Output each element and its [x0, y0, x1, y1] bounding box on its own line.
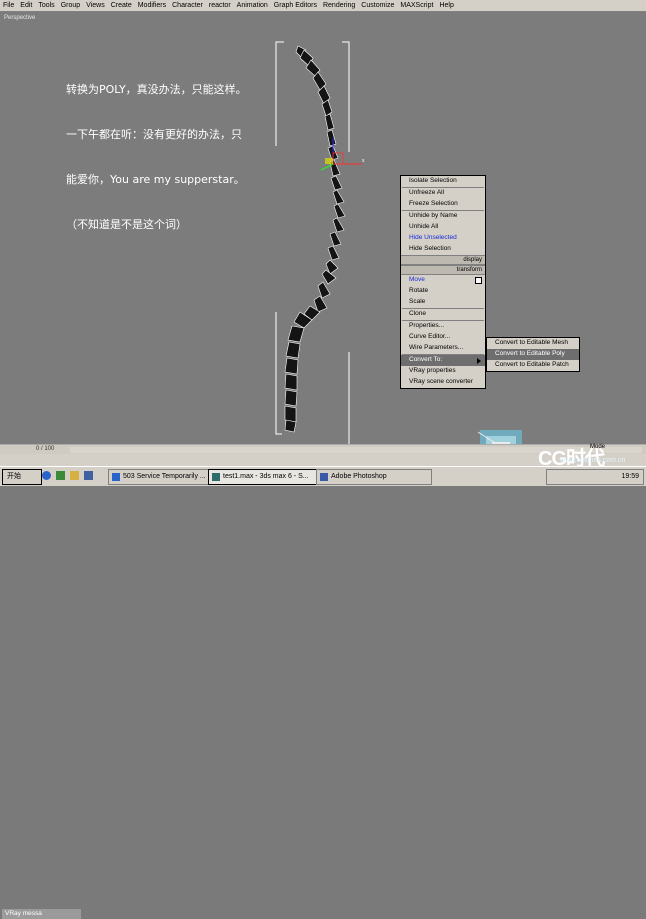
ie-icon[interactable]: [42, 471, 51, 480]
submenu-item-editable-patch[interactable]: Convert to Editable Patch: [487, 360, 579, 371]
menu-create[interactable]: Create: [108, 1, 135, 11]
desktop-icon[interactable]: [56, 471, 65, 480]
quad-item-clone[interactable]: Clone: [401, 309, 485, 320]
quad-item-wire-parameters[interactable]: Wire Parameters...: [401, 343, 485, 354]
quad-item-vray-properties[interactable]: VRay properties: [401, 366, 485, 377]
menu-bar: File Edit Tools Group Views Create Modif…: [0, 0, 646, 12]
settings-box-icon[interactable]: [475, 277, 482, 284]
quad-item-vray-scene-converter[interactable]: VRay scene converter: [401, 377, 485, 388]
quad-item-label: Move: [409, 276, 425, 283]
start-button[interactable]: 开始: [2, 469, 42, 485]
taskbar-button-label: 503 Service Temporarily ...: [123, 473, 206, 480]
vray-message-window[interactable]: VRay messa: [2, 909, 81, 919]
menu-customize[interactable]: Customize: [358, 1, 397, 11]
blade-mesh: [284, 45, 346, 433]
quad-item-unfreeze-all[interactable]: Unfreeze All: [401, 188, 485, 199]
taskbar-button-3dsmax[interactable]: test1.max - 3ds max 6 - S...: [208, 469, 328, 485]
menu-graph-editors[interactable]: Graph Editors: [271, 1, 320, 11]
system-tray: 19:59: [546, 469, 644, 485]
menu-animation[interactable]: Animation: [234, 1, 271, 11]
quad-item-convert-to[interactable]: Convert To:: [401, 355, 485, 366]
note-line: 转换为POLY，真没办法，只能这样。: [66, 83, 247, 96]
quad-item-label: Convert To:: [409, 356, 443, 363]
perspective-viewport[interactable]: Perspective x 转换为POLY，真没办法，只能这样。 一下午都在听：…: [0, 12, 646, 444]
menu-modifiers[interactable]: Modifiers: [135, 1, 169, 11]
taskbar-button-label: test1.max - 3ds max 6 - S...: [223, 473, 309, 480]
menu-file[interactable]: File: [0, 1, 17, 11]
submenu-arrow-icon: [477, 358, 481, 364]
browser-icon: [112, 473, 120, 481]
quad-item-properties[interactable]: Properties...: [401, 321, 485, 332]
note-line: （不知道是不是这个词）: [66, 218, 187, 231]
cg-times-logo: [477, 430, 522, 444]
photoshop-icon: [320, 473, 328, 481]
submenu-item-editable-poly[interactable]: Convert to Editable Poly: [487, 349, 579, 360]
quad-header-display: display: [401, 255, 485, 265]
taskbar-button-label: Adobe Photoshop: [331, 473, 387, 480]
menu-tools[interactable]: Tools: [35, 1, 57, 11]
quad-header-transform: transform: [401, 265, 485, 275]
watermark-url: www.cgtimes.com.cn: [560, 457, 626, 464]
menu-edit[interactable]: Edit: [17, 1, 35, 11]
quad-item-hide-selection[interactable]: Hide Selection: [401, 244, 485, 255]
media-icon[interactable]: [84, 471, 93, 480]
menu-rendering[interactable]: Rendering: [320, 1, 358, 11]
taskbar-button-photoshop[interactable]: Adobe Photoshop: [316, 469, 432, 485]
quad-item-rotate[interactable]: Rotate: [401, 286, 485, 297]
quad-item-curve-editor[interactable]: Curve Editor...: [401, 332, 485, 343]
quad-item-isolate-selection[interactable]: Isolate Selection: [401, 176, 485, 187]
menu-views[interactable]: Views: [83, 1, 108, 11]
submenu-item-editable-mesh[interactable]: Convert to Editable Mesh: [487, 338, 579, 349]
3dsmax-icon: [212, 473, 220, 481]
note-line: 一下午都在听：没有更好的办法，只: [66, 128, 242, 141]
note-line: 能爱你，You are my supperstar。: [66, 173, 245, 186]
menu-character[interactable]: Character: [169, 1, 206, 11]
quad-item-hide-unselected[interactable]: Hide Unselected: [401, 233, 485, 244]
transform-gizmo[interactable]: x: [320, 138, 365, 171]
quad-item-unhide-all[interactable]: Unhide All: [401, 222, 485, 233]
svg-text:x: x: [362, 158, 365, 164]
mode-label: Mode: [590, 444, 606, 450]
quad-item-move[interactable]: Move: [401, 275, 485, 286]
frame-counter[interactable]: 0 / 100: [36, 446, 54, 452]
menu-reactor[interactable]: reactor: [206, 1, 234, 11]
annotation-note: 转换为POLY，真没办法，只能这样。 一下午都在听：没有更好的办法，只 能爱你，…: [66, 52, 247, 262]
clock[interactable]: 19:59: [621, 472, 639, 482]
menu-group[interactable]: Group: [58, 1, 83, 11]
explorer-icon[interactable]: [70, 471, 79, 480]
taskbar: 开始 503 Service Temporarily ... test1.max…: [0, 466, 646, 486]
quad-item-unhide-by-name[interactable]: Unhide by Name: [401, 211, 485, 222]
menu-maxscript[interactable]: MAXScript: [397, 1, 436, 11]
convert-to-submenu: Convert to Editable Mesh Convert to Edit…: [486, 337, 580, 372]
quad-item-freeze-selection[interactable]: Freeze Selection: [401, 199, 485, 210]
quad-menu: Isolate Selection Unfreeze All Freeze Se…: [400, 175, 486, 389]
menu-help[interactable]: Help: [436, 1, 456, 11]
quad-item-scale[interactable]: Scale: [401, 297, 485, 308]
taskbar-button-browser[interactable]: 503 Service Temporarily ...: [108, 469, 220, 485]
